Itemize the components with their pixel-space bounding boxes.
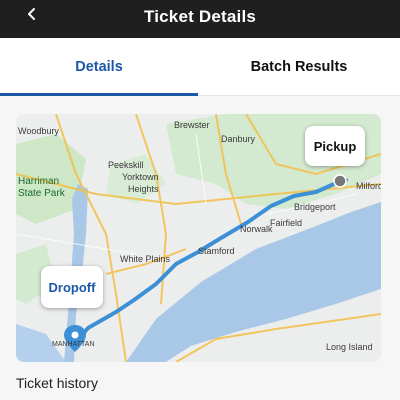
tab-bar: Details Batch Results — [0, 38, 400, 96]
map-label-milford: Milford — [356, 181, 381, 191]
map-label-peekskill: Peekskill — [108, 160, 144, 170]
map-label-heights: Heights — [128, 184, 159, 194]
map-label-fairfield: Fairfield — [270, 218, 302, 228]
map-label-danbury: Danbury — [221, 134, 256, 144]
tab-details[interactable]: Details — [0, 38, 198, 96]
route-map[interactable]: Woodbury Brewster Danbury Peekskill York… — [16, 114, 381, 362]
map-label-state-park: State Park — [18, 188, 66, 199]
details-content: Woodbury Brewster Danbury Peekskill York… — [0, 96, 400, 400]
map-label-white-plains: White Plains — [120, 254, 171, 264]
map-label-harriman: Harriman — [18, 176, 59, 187]
map-label-bridgeport: Bridgeport — [294, 202, 336, 212]
map-label-norwalk: Norwalk — [240, 224, 273, 234]
app-header: Ticket Details — [0, 0, 400, 38]
ticket-history-heading: Ticket history — [16, 375, 98, 391]
map-label-brewster: Brewster — [174, 120, 210, 130]
map-label-manhattan: MANHATTAN — [52, 341, 95, 348]
dropoff-callout[interactable]: Dropoff — [41, 266, 103, 308]
map-label-woodbury: Woodbury — [18, 126, 59, 136]
page-title: Ticket Details — [143, 7, 257, 26]
map-label-long-island: Long Island — [326, 342, 373, 352]
pickup-callout[interactable]: Pickup — [305, 126, 365, 166]
map-label-stamford: Stamford — [198, 246, 235, 256]
map-label-yorktown: Yorktown — [122, 172, 159, 182]
tab-batch-results[interactable]: Batch Results — [198, 38, 400, 96]
pickup-marker[interactable] — [333, 174, 347, 188]
